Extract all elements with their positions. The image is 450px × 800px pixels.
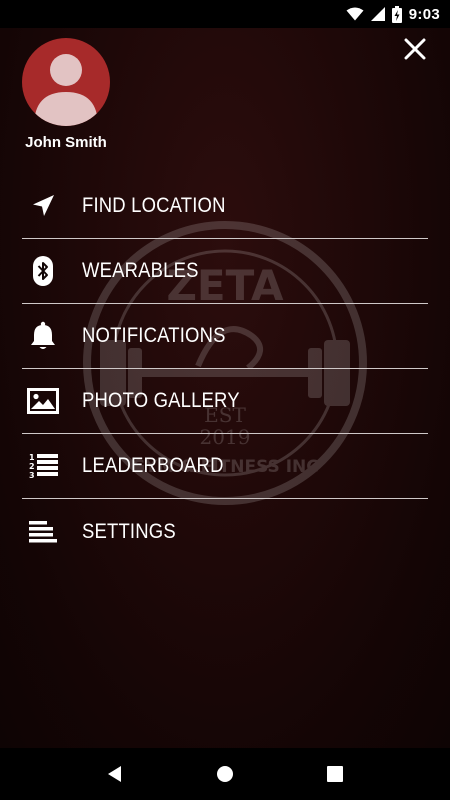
menu-item-find-location[interactable]: FIND LOCATION — [22, 174, 428, 239]
user-name: John Smith — [25, 134, 107, 151]
menu-item-label: WEARABLES — [82, 259, 199, 282]
menu-item-notifications[interactable]: NOTIFICATIONS — [22, 304, 428, 369]
image-icon — [22, 386, 64, 416]
close-icon — [404, 38, 426, 60]
avatar[interactable] — [22, 38, 110, 126]
menu-item-leaderboard[interactable]: 1 2 3 LEADERBOARD — [22, 434, 428, 499]
close-button[interactable] — [398, 32, 432, 66]
navigation-arrow-icon — [22, 191, 64, 221]
recents-square-icon — [327, 766, 343, 782]
navigation-drawer: ZETA EST 2019 GYM & FITNESS INC John Smi… — [0, 28, 450, 748]
bell-icon — [22, 321, 64, 351]
menu-item-label: FIND LOCATION — [82, 194, 226, 217]
back-button[interactable] — [95, 754, 135, 794]
battery-charging-icon — [391, 5, 402, 23]
back-triangle-icon — [108, 766, 121, 782]
home-circle-icon — [217, 766, 233, 782]
settings-lines-icon — [22, 517, 64, 547]
svg-text:2: 2 — [29, 462, 35, 471]
menu-item-label: SETTINGS — [82, 519, 176, 543]
drawer-menu: FIND LOCATION WEARABLES NOTIFICATIONS PH… — [22, 174, 428, 564]
ranked-list-icon: 1 2 3 — [22, 451, 64, 481]
user-avatar-icon — [34, 54, 98, 126]
status-time: 9:03 — [408, 5, 440, 23]
menu-item-settings[interactable]: SETTINGS — [22, 499, 428, 564]
svg-text:3: 3 — [29, 471, 35, 480]
bluetooth-icon — [22, 256, 64, 286]
home-button[interactable] — [205, 754, 245, 794]
menu-item-label: PHOTO GALLERY — [82, 389, 240, 412]
menu-item-photo-gallery[interactable]: PHOTO GALLERY — [22, 369, 428, 434]
svg-text:1: 1 — [29, 453, 35, 462]
menu-item-label: NOTIFICATIONS — [82, 324, 226, 347]
recents-button[interactable] — [315, 754, 355, 794]
wifi-icon — [346, 7, 364, 21]
cellular-signal-icon — [370, 7, 385, 21]
system-navigation-bar — [0, 748, 450, 800]
menu-item-label: LEADERBOARD — [82, 454, 224, 477]
menu-item-wearables[interactable]: WEARABLES — [22, 239, 428, 304]
status-bar: 9:03 — [0, 0, 450, 28]
